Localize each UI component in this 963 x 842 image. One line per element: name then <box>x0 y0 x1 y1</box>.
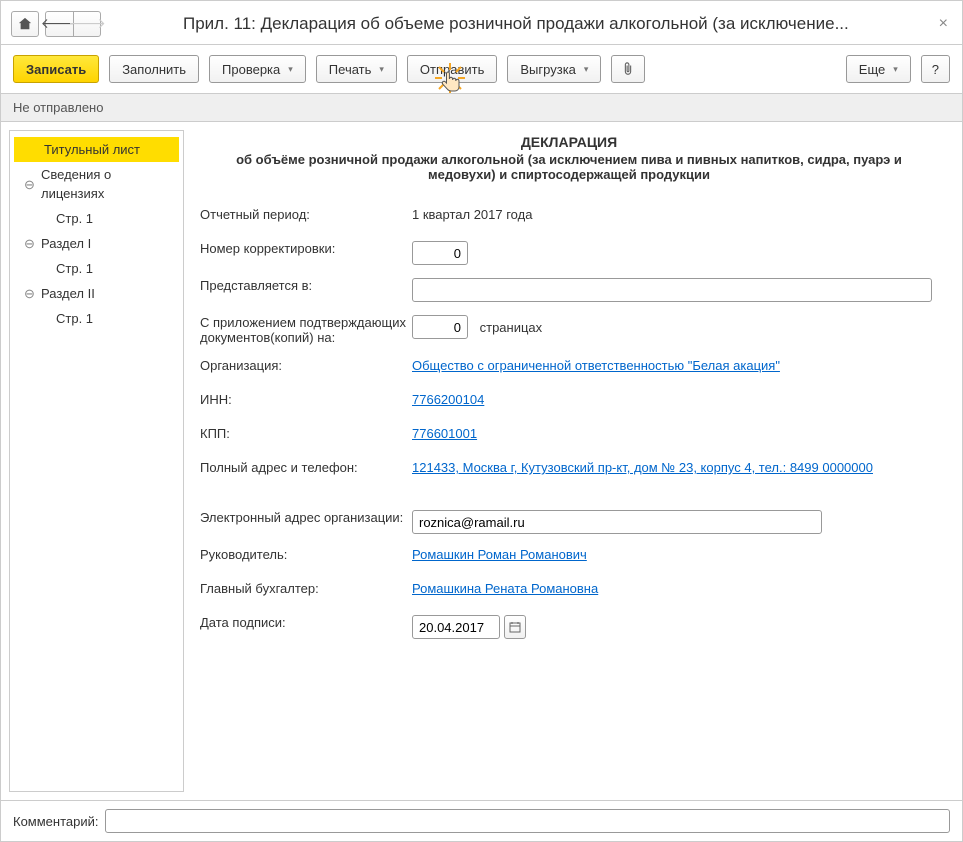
footer: Комментарий: <box>1 800 962 841</box>
kpp-link[interactable]: 776601001 <box>412 426 477 441</box>
inn-link[interactable]: 7766200104 <box>412 392 484 407</box>
tree-label: Сведения о лицензиях <box>41 165 151 203</box>
sidebar-item-section2-page1[interactable]: Стр. 1 <box>14 306 179 331</box>
help-button[interactable]: ? <box>921 55 950 83</box>
tree-collapse-icon[interactable]: ⊖ <box>24 179 35 190</box>
sign-date-label: Дата подписи: <box>200 612 412 630</box>
content: ДЕКЛАРАЦИЯ об объёме розничной продажи а… <box>184 122 962 800</box>
doc-subheading: об объёме розничной продажи алкогольной … <box>200 152 938 182</box>
attach-label: С приложением подтверждающих документов(… <box>200 312 412 345</box>
sidebar-item-licenses-page1[interactable]: Стр. 1 <box>14 206 179 231</box>
calendar-icon <box>509 621 521 633</box>
app-window: 🡐 🡒 Прил. 11: Декларация об объеме розни… <box>0 0 963 842</box>
accountant-link[interactable]: Ромашкина Рената Романовна <box>412 581 598 596</box>
fill-button[interactable]: Заполнить <box>109 55 199 83</box>
attach-suffix: страницах <box>480 320 543 335</box>
caret-down-icon: ▾ <box>288 64 293 75</box>
tree-collapse-icon[interactable]: ⊖ <box>24 238 35 249</box>
period-label: Отчетный период: <box>200 204 412 222</box>
arrow-right-icon: 🡒 <box>68 15 106 32</box>
sidebar: Титульный лист ⊖ Сведения о лицензиях Ст… <box>9 130 184 792</box>
addr-label: Полный адрес и телефон: <box>200 457 412 475</box>
addr-link[interactable]: 121433, Москва г, Кутузовский пр-кт, дом… <box>412 460 873 475</box>
more-button-label: Еще <box>859 62 885 77</box>
email-input[interactable] <box>412 510 822 534</box>
titlebar: 🡐 🡒 Прил. 11: Декларация об объеме розни… <box>1 1 962 45</box>
org-label: Организация: <box>200 355 412 373</box>
check-button-label: Проверка <box>222 62 280 77</box>
export-button-label: Выгрузка <box>520 62 576 77</box>
tree-label: Раздел II <box>41 284 95 303</box>
sidebar-item-section2[interactable]: ⊖ Раздел II <box>14 281 179 306</box>
check-button[interactable]: Проверка ▾ <box>209 55 306 83</box>
sidebar-item-section1-page1[interactable]: Стр. 1 <box>14 256 179 281</box>
print-button[interactable]: Печать ▾ <box>316 55 397 83</box>
body: Титульный лист ⊖ Сведения о лицензиях Ст… <box>1 122 962 800</box>
sidebar-item-section1[interactable]: ⊖ Раздел I <box>14 231 179 256</box>
print-button-label: Печать <box>329 62 372 77</box>
caret-down-icon: ▾ <box>379 64 384 75</box>
comment-label: Комментарий: <box>13 814 99 829</box>
correction-label: Номер корректировки: <box>200 238 412 256</box>
export-button[interactable]: Выгрузка ▾ <box>507 55 601 83</box>
submit-to-input[interactable] <box>412 278 932 302</box>
accountant-label: Главный бухгалтер: <box>200 578 412 596</box>
sidebar-item-licenses[interactable]: ⊖ Сведения о лицензиях <box>14 162 179 206</box>
caret-down-icon: ▾ <box>893 64 898 75</box>
window-title: Прил. 11: Декларация об объеме розничной… <box>183 14 935 34</box>
sign-date-input[interactable] <box>412 615 500 639</box>
send-button[interactable]: Отправить <box>407 55 497 83</box>
submit-to-label: Представляется в: <box>200 275 412 293</box>
doc-heading: ДЕКЛАРАЦИЯ <box>200 134 938 150</box>
tree-label: Стр. 1 <box>56 259 93 278</box>
sidebar-item-title-page[interactable]: Титульный лист <box>14 137 179 162</box>
paperclip-icon <box>622 62 634 76</box>
save-button[interactable]: Записать <box>13 55 99 83</box>
inn-label: ИНН: <box>200 389 412 407</box>
tree-label: Стр. 1 <box>56 309 93 328</box>
tree-collapse-icon[interactable]: ⊖ <box>24 288 35 299</box>
correction-input[interactable] <box>412 241 468 265</box>
calendar-button[interactable] <box>504 615 526 639</box>
home-button[interactable] <box>11 11 39 37</box>
kpp-label: КПП: <box>200 423 412 441</box>
close-icon: × <box>939 15 948 32</box>
home-icon <box>18 17 32 31</box>
close-button[interactable]: × <box>935 15 952 33</box>
comment-input[interactable] <box>105 809 951 833</box>
tree-label: Раздел I <box>41 234 91 253</box>
email-label: Электронный адрес организации: <box>200 507 412 525</box>
head-label: Руководитель: <box>200 544 412 562</box>
toolbar: Записать Заполнить Проверка ▾ Печать ▾ Отп… <box>1 45 962 94</box>
status-bar: Не отправлено <box>1 94 962 122</box>
tree-label: Титульный лист <box>44 140 140 159</box>
more-button[interactable]: Еще ▾ <box>846 55 911 83</box>
caret-down-icon: ▾ <box>584 64 589 75</box>
period-value: 1 квартал 2017 года <box>412 204 938 222</box>
head-link[interactable]: Ромашкин Роман Романович <box>412 547 587 562</box>
org-link[interactable]: Общество с ограниченной ответственностью… <box>412 358 780 373</box>
attach-input[interactable] <box>412 315 468 339</box>
forward-button[interactable]: 🡒 <box>73 11 101 37</box>
attach-button[interactable] <box>611 55 645 83</box>
tree-label: Стр. 1 <box>56 209 93 228</box>
